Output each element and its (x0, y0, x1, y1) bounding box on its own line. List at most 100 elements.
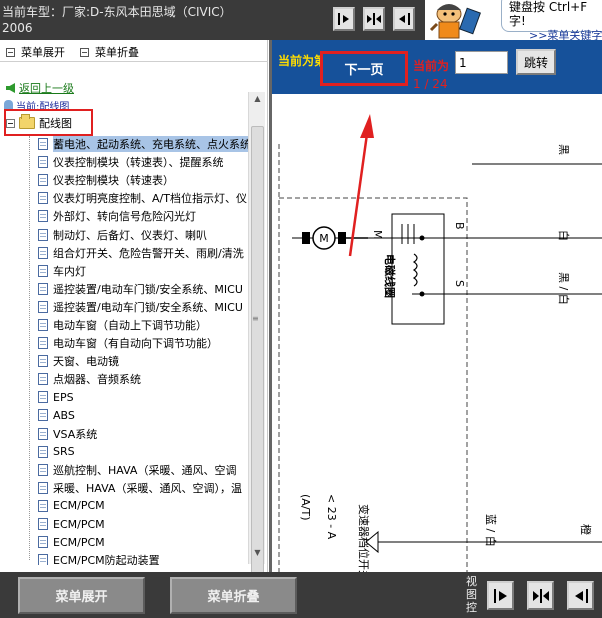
scrollbar-thumb[interactable] (251, 126, 264, 574)
tree-collapse-button[interactable]: 菜单折叠 (80, 44, 139, 60)
tree-item-label: 外部灯、转向信号危险闪光灯 (53, 210, 196, 224)
align-right-icon (399, 13, 410, 25)
jump-button[interactable]: 跳转 (516, 49, 556, 75)
tree-item-label: 仪表控制模块（转速表） (53, 174, 174, 188)
bottom-bar: 菜单展开 菜单折叠 视图控 (0, 572, 602, 618)
tree-item[interactable]: 电动车窗（自动上下调节功能） (38, 316, 248, 334)
tip-line1: 键盘按 Ctrl+F (509, 0, 588, 14)
tip-line2: 字! (509, 14, 526, 28)
tree-item[interactable]: ECM/PCM (38, 497, 248, 515)
tree-item[interactable]: 遥控装置/电动车门锁/安全系统、MICU (38, 280, 248, 298)
tree-item[interactable]: 采暖、HAVA（采暖、通风、空调），温 (38, 479, 248, 497)
view-align-left-button[interactable] (333, 7, 355, 31)
align-right-icon (574, 588, 588, 603)
motor-label: M (319, 232, 329, 245)
tree-item-label: 组合灯开关、危险告警开关、雨刷/清洗 (53, 246, 244, 260)
range-switch-label: 变速器档位开关 (357, 504, 371, 572)
tree-item-label: 遥控装置/电动车门锁/安全系统、MICU (53, 300, 243, 314)
tree-item[interactable]: 仪表控制模块（转速表） (38, 171, 248, 189)
bottom-fit-width-button[interactable] (527, 581, 554, 610)
bottom-align-left-button[interactable] (487, 581, 514, 610)
bottom-expand-button[interactable]: 菜单展开 (18, 577, 145, 614)
wire-s-label: S (453, 280, 466, 287)
tree-item-label: ECM/PCM (53, 535, 105, 549)
tree-item-label: 仪表灯明亮度控制、A/T档位指示灯、仪 (53, 192, 247, 206)
collapse-icon (80, 47, 89, 57)
tree-item-label: 制动灯、后备灯、仪表灯、喇叭 (53, 228, 207, 242)
vehicle-title-line1: 当前车型：厂家:D-东风本田思域（CIVIC） (2, 5, 232, 19)
document-icon (38, 300, 48, 313)
document-icon (38, 210, 48, 223)
tree-item[interactable]: 外部灯、转向信号危险闪光灯 (38, 207, 248, 225)
page-number-input[interactable] (455, 51, 508, 74)
tree-item-label: SRS (53, 445, 75, 459)
wire-color-orange: 橙 (579, 524, 593, 535)
document-icon (38, 536, 48, 549)
tree-item[interactable]: ECM/PCM防起动装置 (38, 551, 248, 565)
top-header: 当前车型：厂家:D-东风本田思域（CIVIC） 2006 键盘按 Ctrl+F … (0, 0, 602, 40)
wire-b-label: B (453, 222, 466, 230)
tree-item[interactable]: 点烟器、音频系统 (38, 370, 248, 388)
wiring-diagram[interactable]: M M 电磁线圈 B S 黑 白 黑 / 白 蓝 / 白 橙 变速器档位开关 <… (272, 94, 602, 572)
tree-item[interactable]: ECM/PCM (38, 533, 248, 551)
document-icon (38, 282, 48, 295)
tree-expand-button[interactable]: 菜单展开 (6, 44, 65, 60)
view-fit-width-button[interactable] (363, 7, 385, 31)
document-icon (38, 554, 48, 565)
tree-item[interactable]: ABS (38, 406, 248, 424)
tree-guide-line (29, 136, 30, 560)
range-switch-code: < 23 - A (325, 494, 338, 540)
next-page-button[interactable]: 下一页 (320, 51, 408, 86)
document-icon (38, 138, 48, 151)
scroll-down-icon[interactable]: ▼ (251, 548, 264, 562)
document-icon (38, 337, 48, 350)
tree-item[interactable]: 电动车窗（有自动向下调节功能） (38, 334, 248, 352)
bottom-collapse-button[interactable]: 菜单折叠 (170, 577, 297, 614)
document-icon (38, 264, 48, 277)
tree-toolbar: 菜单展开 菜单折叠 (0, 40, 268, 62)
tree-item[interactable]: 天窗、电动镜 (38, 352, 248, 370)
tree-item-label: 电动车窗（自动上下调节功能） (53, 318, 207, 332)
scroll-grip-icon: ≡ (252, 314, 259, 323)
wire-color-black: 黑 (557, 144, 570, 155)
tree-item[interactable]: 遥控装置/电动车门锁/安全系统、MICU (38, 298, 248, 316)
tree-item[interactable]: 车内灯 (38, 262, 248, 280)
wire-color-black-white: 黑 / 白 (557, 272, 571, 305)
tree-collapse-label: 菜单折叠 (95, 46, 139, 59)
junction-dot (419, 291, 425, 297)
scroll-up-icon[interactable]: ▲ (251, 94, 264, 108)
solenoid-box (391, 213, 445, 325)
highlight-box (4, 109, 93, 136)
tree-item[interactable]: VSA系统 (38, 425, 248, 443)
tree-scrollbar[interactable]: ▲ ≡ ▼ (248, 92, 265, 574)
tree-item[interactable]: ECM/PCM (38, 515, 248, 533)
tree-item[interactable]: 仪表控制模块（转速表）、提醒系统 (38, 153, 248, 171)
tree-item[interactable]: 巡航控制、HAVA（采暖、通风、空调 (38, 461, 248, 479)
document-icon (38, 228, 48, 241)
tree-item-label: VSA系统 (53, 427, 98, 441)
expand-icon (6, 47, 15, 57)
bottom-align-right-button[interactable] (567, 581, 594, 610)
tree-item[interactable]: 蓄电池、起动系统、充电系统、点火系统 (38, 135, 248, 153)
tip-text: 键盘按 Ctrl+F 字! (509, 0, 587, 28)
page-nav-bar: 当前为第一页 下一页 当前为 1 / 24 跳转 (272, 40, 602, 94)
tree-item[interactable]: 仪表灯明亮度控制、A/T档位指示灯、仪 (38, 189, 248, 207)
tree-item-label: 电动车窗（有自动向下调节功能） (53, 337, 218, 351)
tree-item-label: EPS (53, 390, 74, 404)
back-link[interactable]: 返回上一级 (6, 80, 74, 96)
tree-item[interactable]: 制动灯、后备灯、仪表灯、喇叭 (38, 225, 248, 243)
tree-item-label: ECM/PCM (53, 499, 105, 513)
solenoid-coil-icon (412, 253, 418, 287)
motor-brush-right (338, 232, 346, 244)
tree-item[interactable]: SRS (38, 443, 248, 461)
keyword-link[interactable]: >>菜单关键字 (529, 27, 602, 40)
document-icon (38, 192, 48, 205)
document-icon (38, 373, 48, 386)
tree-item-list: 蓄电池、起动系统、充电系统、点火系统仪表控制模块（转速表）、提醒系统 仪表控制模块… (38, 135, 248, 565)
tree-item-label: 仪表控制模块（转速表）、提醒系统 (53, 156, 224, 170)
tree-item-label: 巡航控制、HAVA（采暖、通风、空调 (53, 463, 237, 477)
view-align-right-button[interactable] (393, 7, 415, 31)
vehicle-title: 当前车型：厂家:D-东风本田思域（CIVIC） 2006 (2, 4, 232, 36)
tree-item[interactable]: 组合灯开关、危险告警开关、雨刷/清洗 (38, 244, 248, 262)
tree-item[interactable]: EPS (38, 388, 248, 406)
